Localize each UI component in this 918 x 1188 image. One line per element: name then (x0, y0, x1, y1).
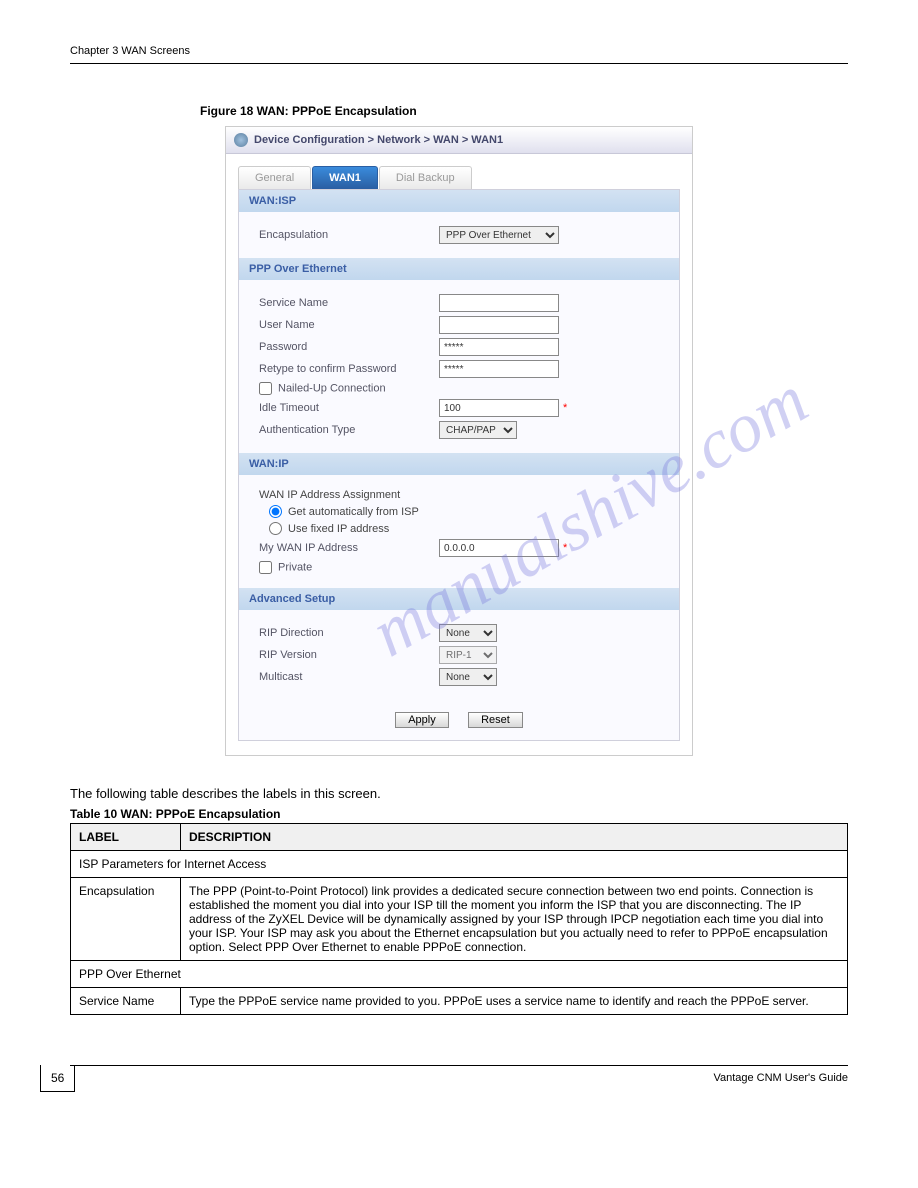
description-table: LABEL DESCRIPTION ISP Parameters for Int… (70, 823, 848, 1015)
footer-text: Vantage CNM User's Guide (713, 1072, 848, 1084)
label-password: Password (259, 341, 439, 353)
section-pppoe: PPP Over Ethernet (239, 258, 679, 280)
screenshot-panel: manualshive.com Device Configuration > N… (225, 126, 693, 756)
label-idle: Idle Timeout (259, 402, 439, 414)
radio-auto[interactable] (269, 505, 282, 518)
label-user-name: User Name (259, 319, 439, 331)
label-fixed: Use fixed IP address (288, 523, 389, 535)
breadcrumb-text: Device Configuration > Network > WAN > W… (254, 134, 503, 146)
input-idle[interactable] (439, 399, 559, 417)
td-label: Encapsulation (71, 878, 181, 961)
input-retype[interactable] (439, 360, 559, 378)
select-rip-dir[interactable]: None (439, 624, 497, 642)
input-mywan[interactable] (439, 539, 559, 557)
input-user-name[interactable] (439, 316, 559, 334)
tab-wan1[interactable]: WAN1 (312, 166, 378, 189)
th-label: LABEL (71, 824, 181, 851)
checkbox-private[interactable] (259, 561, 272, 574)
select-auth[interactable]: CHAP/PAP (439, 421, 517, 439)
required-mywan: * (563, 542, 567, 554)
checkbox-nailed[interactable] (259, 382, 272, 395)
globe-icon (234, 133, 248, 147)
label-mywan: My WAN IP Address (259, 542, 439, 554)
td-desc: The PPP (Point-to-Point Protocol) link p… (181, 878, 848, 961)
label-auto: Get automatically from ISP (288, 506, 419, 518)
section-wan-ip: WAN:IP (239, 453, 679, 475)
section-wan-isp: WAN:ISP (239, 190, 679, 212)
section-advanced: Advanced Setup (239, 588, 679, 610)
label-retype: Retype to confirm Password (259, 363, 439, 375)
td-full: PPP Over Ethernet (71, 961, 848, 988)
table-row: Encapsulation The PPP (Point-to-Point Pr… (71, 878, 848, 961)
table-row: PPP Over Ethernet (71, 961, 848, 988)
radio-fixed[interactable] (269, 522, 282, 535)
label-auth: Authentication Type (259, 424, 439, 436)
select-multicast[interactable]: None (439, 668, 497, 686)
reset-button[interactable]: Reset (468, 712, 523, 728)
figure-caption: Figure 18 WAN: PPPoE Encapsulation (70, 104, 848, 118)
description-text: The following table describes the labels… (70, 786, 848, 801)
panel-body: WAN:ISP Encapsulation PPP Over Ethernet … (238, 189, 680, 741)
page-number: 56 (40, 1065, 75, 1092)
td-desc: Type the PPPoE service name provided to … (181, 988, 848, 1015)
tab-dialbackup[interactable]: Dial Backup (379, 166, 472, 189)
breadcrumb: Device Configuration > Network > WAN > W… (226, 127, 692, 154)
label-rip-ver: RIP Version (259, 649, 439, 661)
header-divider (70, 63, 848, 64)
td-full: ISP Parameters for Internet Access (71, 851, 848, 878)
footer: 56 Vantage CNM User's Guide (70, 1065, 848, 1105)
table-row: LABEL DESCRIPTION (71, 824, 848, 851)
select-rip-ver[interactable]: RIP-1 (439, 646, 497, 664)
label-nailed: Nailed-Up Connection (259, 382, 439, 395)
required-idle: * (563, 402, 567, 414)
label-encapsulation: Encapsulation (259, 229, 439, 241)
label-assign: WAN IP Address Assignment (259, 489, 400, 501)
tab-general[interactable]: General (238, 166, 311, 189)
header-left: Chapter 3 WAN Screens (70, 45, 190, 57)
tabs: General WAN1 Dial Backup (226, 154, 692, 189)
select-encapsulation[interactable]: PPP Over Ethernet (439, 226, 559, 244)
label-service-name: Service Name (259, 297, 439, 309)
table-row: ISP Parameters for Internet Access (71, 851, 848, 878)
td-label: Service Name (71, 988, 181, 1015)
table-row: Service Name Type the PPPoE service name… (71, 988, 848, 1015)
label-private: Private (259, 561, 439, 574)
input-password[interactable] (439, 338, 559, 356)
label-rip-dir: RIP Direction (259, 627, 439, 639)
label-multicast: Multicast (259, 671, 439, 683)
input-service-name[interactable] (439, 294, 559, 312)
th-desc: DESCRIPTION (181, 824, 848, 851)
table-caption: Table 10 WAN: PPPoE Encapsulation (70, 807, 848, 821)
apply-button[interactable]: Apply (395, 712, 449, 728)
